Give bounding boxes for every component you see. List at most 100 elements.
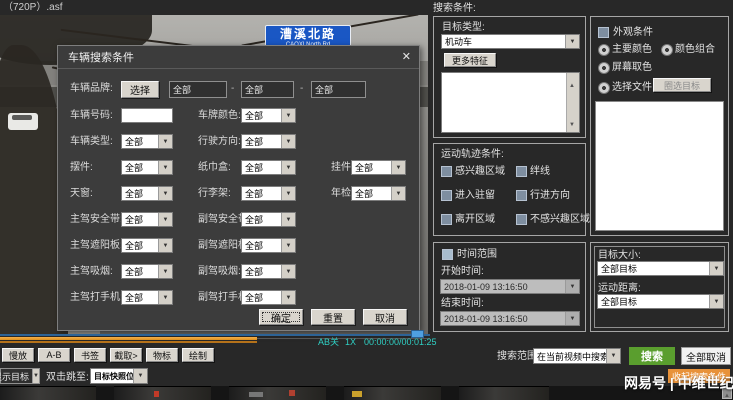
- inspection-sticker-select[interactable]: 全部: [351, 186, 406, 201]
- time-range-label: 时间范围: [457, 248, 497, 262]
- driver-visor-select[interactable]: 全部: [121, 238, 173, 253]
- ok-button[interactable]: 确定: [259, 309, 303, 325]
- pendant-select[interactable]: 全部: [351, 160, 406, 175]
- chevron-down-icon: [281, 187, 295, 200]
- brand-value-2[interactable]: 全部: [241, 81, 294, 98]
- screen-pick-radio[interactable]: [598, 62, 610, 74]
- field-label: 副驾吸烟:: [198, 264, 241, 280]
- vehicle-type-select[interactable]: 全部: [121, 134, 173, 149]
- road-sign-cn: 漕溪北路: [266, 26, 350, 42]
- field-row: 车辆类型: 全部 行驶方向: 全部: [58, 134, 419, 150]
- time-range-checkbox[interactable]: [442, 249, 453, 260]
- chevron-down-icon: [709, 262, 723, 275]
- passenger-phone-select[interactable]: 全部: [241, 290, 296, 305]
- driver-smoking-select[interactable]: 全部: [121, 264, 173, 279]
- thumbnail[interactable]: [459, 386, 549, 400]
- field-label: 行驶方向:: [198, 134, 241, 150]
- color-combo-radio[interactable]: [661, 44, 673, 56]
- scroll-down-icon[interactable]: [569, 113, 575, 131]
- brand-value-3[interactable]: 全部: [311, 81, 366, 98]
- cancel-all-button[interactable]: 全部取消: [681, 347, 731, 365]
- field-row: 主驾打手机: 全部 副驾打手机: 全部: [58, 290, 419, 306]
- chevron-down-icon: [158, 265, 172, 278]
- passenger-seatbelt-select[interactable]: 全部: [241, 212, 296, 227]
- watermark: 网易号 | 中维世纪: [624, 373, 733, 393]
- feature-listbox[interactable]: [441, 72, 580, 133]
- thumbnail[interactable]: [114, 386, 211, 400]
- direction-checkbox[interactable]: [516, 190, 527, 201]
- trail-label: 运动轨迹条件:: [441, 148, 504, 162]
- target-size-select[interactable]: 全部目标: [597, 261, 724, 276]
- brand-value-1[interactable]: 全部: [169, 81, 227, 98]
- field-row: 天窗: 全部 行李架: 全部 年检标: 全部: [58, 186, 419, 202]
- car-window: [12, 115, 32, 120]
- dash: -: [231, 81, 234, 97]
- motion-distance-select[interactable]: 全部目标: [597, 294, 724, 309]
- tripwire-checkbox[interactable]: [516, 166, 527, 177]
- target-size-group: 目标大小: 全部目标 运动距离: 全部目标: [590, 242, 729, 332]
- chevron-down-icon: [281, 239, 295, 252]
- non-roi-checkbox[interactable]: [516, 214, 527, 225]
- slow-play-button[interactable]: 慢放: [2, 348, 34, 362]
- tissue-box-select[interactable]: 全部: [241, 160, 296, 175]
- chevron-down-icon: [133, 369, 147, 383]
- start-time-select[interactable]: 2018-01-09 13:16:50: [440, 279, 580, 294]
- progress-bar-top[interactable]: [0, 337, 257, 340]
- search-scope-select[interactable]: 在当前视频中搜索: [533, 348, 621, 364]
- appearance-checkbox[interactable]: [598, 27, 609, 38]
- plate-color-label: 车牌颜色:: [198, 108, 241, 124]
- end-time-select[interactable]: 2018-01-09 13:16:50: [440, 311, 580, 326]
- bookmark-button[interactable]: 书签: [74, 348, 106, 362]
- object-mark-button[interactable]: 物标: [146, 348, 178, 362]
- sunroof-select[interactable]: 全部: [121, 186, 173, 201]
- thumbnail[interactable]: [0, 386, 96, 400]
- enter-stay-checkbox[interactable]: [441, 190, 452, 201]
- chevron-down-icon: [281, 135, 295, 148]
- thumb-detail: [289, 390, 295, 396]
- passenger-smoking-select[interactable]: 全部: [241, 264, 296, 279]
- leave-region-checkbox[interactable]: [441, 214, 452, 225]
- thumbnail[interactable]: [344, 386, 441, 400]
- main-color-radio[interactable]: [598, 44, 610, 56]
- roof-rack-select[interactable]: 全部: [241, 186, 296, 201]
- progress-bar-bottom[interactable]: [0, 341, 257, 343]
- chevron-down-icon: [281, 265, 295, 278]
- main-color-label: 主要颜色: [612, 43, 652, 57]
- ab-loop-button[interactable]: A-B: [38, 348, 70, 362]
- field-label: 摆件:: [70, 160, 93, 176]
- direction-select[interactable]: 全部: [241, 134, 296, 149]
- thumb-detail: [249, 392, 263, 397]
- ornament-select[interactable]: 全部: [121, 160, 173, 175]
- search-button[interactable]: 搜索: [629, 347, 675, 365]
- plate-color-select[interactable]: 全部: [241, 108, 296, 123]
- double-click-select[interactable]: 目标快照位置: [90, 368, 148, 384]
- capture-button[interactable]: 截取>: [110, 348, 142, 362]
- target-type-group: 目标类型: 机动车 更多特征: [433, 16, 586, 138]
- close-icon[interactable]: [402, 50, 411, 63]
- application-window: （720P）.asf 漕溪北路 CAOXI North Rd: [0, 0, 733, 400]
- thumbnail[interactable]: [229, 386, 326, 400]
- tripwire-label: 绊线: [530, 165, 550, 179]
- driver-seatbelt-select[interactable]: 全部: [121, 212, 173, 227]
- color-preview-area[interactable]: [595, 101, 724, 231]
- show-target-select[interactable]: 显示目标: [0, 368, 40, 384]
- start-time-label: 开始时间:: [441, 265, 484, 279]
- select-file-radio[interactable]: [598, 82, 610, 94]
- reset-button[interactable]: 重置: [311, 309, 355, 325]
- circle-target-button[interactable]: 圈选目标: [653, 78, 711, 92]
- chevron-down-icon: [565, 312, 579, 325]
- driver-phone-select[interactable]: 全部: [121, 290, 173, 305]
- leave-region-label: 离开区域: [455, 213, 495, 227]
- plate-number-input[interactable]: [121, 108, 173, 123]
- scroll-up-icon[interactable]: [569, 74, 575, 92]
- draw-button[interactable]: 绘制: [182, 348, 214, 362]
- roi-checkbox[interactable]: [441, 166, 452, 177]
- chevron-down-icon: [158, 213, 172, 226]
- target-type-select[interactable]: 机动车: [441, 34, 580, 49]
- scrollbar[interactable]: [566, 73, 579, 132]
- passenger-visor-select[interactable]: 全部: [241, 238, 296, 253]
- more-features-button[interactable]: 更多特征: [444, 53, 496, 67]
- brand-select-button[interactable]: 选择: [121, 81, 159, 98]
- field-row: 摆件: 全部 纸巾盒: 全部 挂件: 全部: [58, 160, 419, 176]
- cancel-button[interactable]: 取消: [363, 309, 407, 325]
